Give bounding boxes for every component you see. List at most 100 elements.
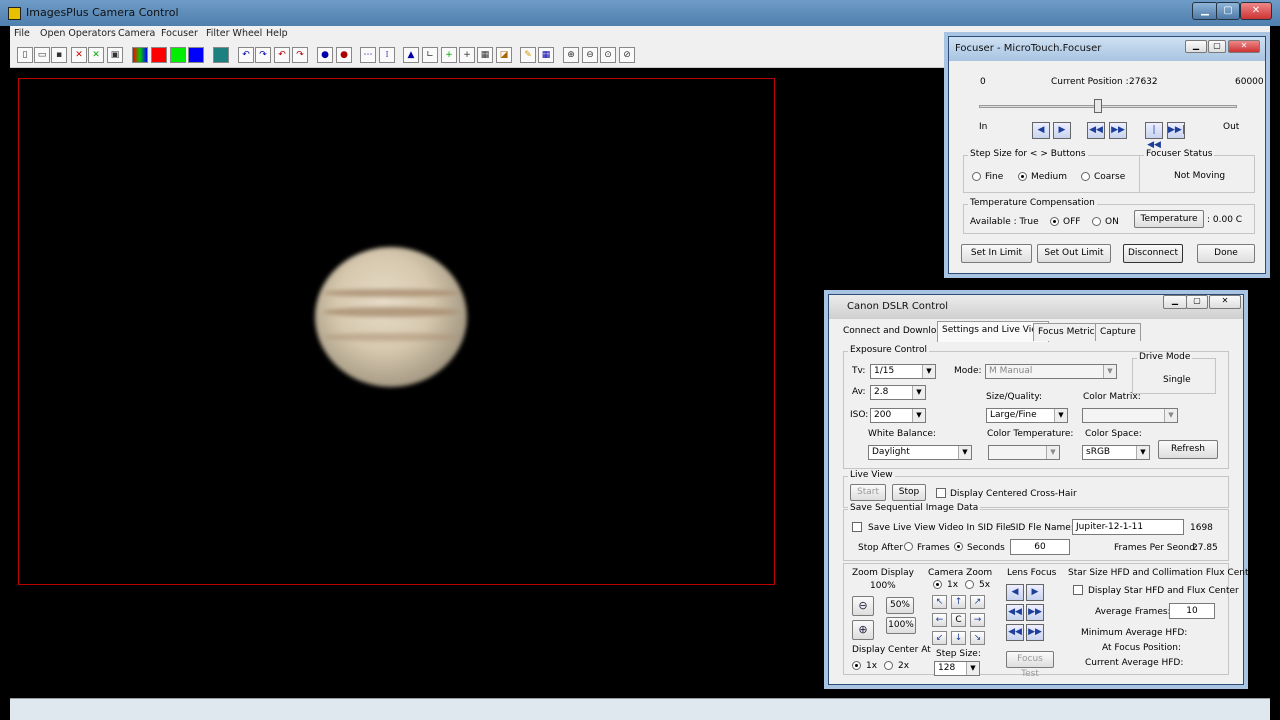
tab-focus-metrics[interactable]: Focus Metrics	[1033, 323, 1105, 341]
focus-test-button[interactable]: Focus Test	[1006, 651, 1054, 679]
menu-filter-wheel[interactable]: Filter Wheel	[206, 28, 262, 39]
delete-icon[interactable]: ✕	[71, 47, 87, 63]
crosshair-checkbox[interactable]	[936, 488, 946, 498]
zoom-out-icon[interactable]: ⊖	[582, 47, 598, 63]
rgb-icon[interactable]	[132, 47, 148, 63]
save-sid-checkbox[interactable]	[852, 522, 862, 532]
position-track[interactable]	[979, 105, 1237, 108]
tab-capture[interactable]: Capture	[1095, 323, 1141, 341]
arrow-up-left-icon[interactable]: ↖	[932, 595, 947, 609]
green-channel-icon[interactable]	[170, 47, 186, 63]
dots-icon[interactable]: ⋯	[360, 47, 376, 63]
limit-in-button[interactable]: |◀◀	[1145, 122, 1163, 150]
grid-icon[interactable]	[213, 47, 229, 63]
color-space-select[interactable]: sRGB ▼	[1082, 445, 1150, 460]
step-size-select[interactable]: 128 ▼	[934, 661, 980, 676]
lens-fine-out-button[interactable]: ▶	[1026, 584, 1044, 601]
set-in-limit-button[interactable]: Set In Limit	[961, 244, 1032, 263]
undo-all-icon[interactable]: ↶	[274, 47, 290, 63]
new-file-icon[interactable]: ▯	[17, 47, 33, 63]
iso-select[interactable]: 200 ▼	[870, 408, 926, 423]
center-1x-radio[interactable]	[852, 661, 861, 670]
menu-file[interactable]: File	[14, 28, 30, 39]
points-icon[interactable]: ⁞	[379, 47, 395, 63]
zoom-in-icon[interactable]: ⊕	[852, 620, 874, 640]
zoom-100-button[interactable]: 100%	[886, 617, 916, 634]
av-select[interactable]: 2.8 ▼	[870, 385, 926, 400]
menu-camera[interactable]: Camera	[118, 28, 155, 39]
stop-after-input[interactable]: 60	[1010, 539, 1070, 555]
white-balance-select[interactable]: Daylight ▼	[868, 445, 972, 460]
temperature-button[interactable]: Temperature	[1134, 210, 1204, 228]
open-folder-icon[interactable]: ▭	[34, 47, 50, 63]
fast-out-button[interactable]: ▶▶	[1109, 122, 1127, 139]
arrow-up-icon[interactable]: ↑	[951, 595, 966, 609]
record-red-icon[interactable]: ●	[336, 47, 352, 63]
zoom-out-icon[interactable]: ⊖	[852, 596, 874, 616]
frames-radio[interactable]	[904, 542, 913, 551]
zoom-fit-icon[interactable]: ⊙	[600, 47, 616, 63]
stop-button[interactable]: Stop	[892, 484, 926, 501]
step-in-button[interactable]: ◀	[1032, 122, 1050, 139]
zoom-50-button[interactable]: 50%	[886, 597, 914, 614]
cam-zoom-1x-radio[interactable]	[933, 580, 942, 589]
done-button[interactable]: Done	[1197, 244, 1255, 263]
close-icon[interactable]: ✕	[1240, 2, 1272, 20]
zoom-actual-icon[interactable]: ⊘	[619, 47, 635, 63]
target-icon[interactable]: ▦	[477, 47, 493, 63]
chart-icon[interactable]: ◪	[496, 47, 512, 63]
clear-icon[interactable]: ✕	[88, 47, 104, 63]
maximize-icon[interactable]: ▢	[1208, 40, 1226, 53]
close-icon[interactable]: ✕	[1228, 40, 1260, 53]
minimize-icon[interactable]: ▁	[1185, 40, 1207, 53]
crosshair-green-icon[interactable]: +	[441, 47, 457, 63]
medium-radio[interactable]	[1018, 172, 1027, 181]
lens-medium-out-button[interactable]: ▶▶	[1026, 604, 1044, 621]
redo-all-icon[interactable]: ↷	[292, 47, 308, 63]
disconnect-button[interactable]: Disconnect	[1123, 244, 1183, 263]
arrow-right-icon[interactable]: →	[970, 613, 985, 627]
set-out-limit-button[interactable]: Set Out Limit	[1037, 244, 1111, 263]
blue-channel-icon[interactable]	[188, 47, 204, 63]
record-blue-icon[interactable]: ●	[317, 47, 333, 63]
step-out-button[interactable]: ▶	[1053, 122, 1071, 139]
cam-zoom-5x-radio[interactable]	[965, 580, 974, 589]
close-icon[interactable]: ✕	[1209, 295, 1241, 309]
undo-icon[interactable]: ↶	[238, 47, 254, 63]
zoom-in-icon[interactable]: ⊕	[563, 47, 579, 63]
temp-on-radio[interactable]	[1092, 217, 1101, 226]
center-button[interactable]: C	[951, 613, 966, 627]
lens-coarse-out-button[interactable]: ▶▶	[1026, 624, 1044, 641]
arrow-down-icon[interactable]: ↓	[951, 631, 966, 645]
average-frames-input[interactable]: 10	[1169, 603, 1215, 619]
minimize-icon[interactable]: ▁	[1163, 295, 1187, 309]
size-quality-select[interactable]: Large/Fine ▼	[986, 408, 1068, 423]
table-icon[interactable]: ▦	[538, 47, 554, 63]
position-slider-thumb[interactable]	[1093, 99, 1102, 113]
center-2x-radio[interactable]	[884, 661, 893, 670]
lens-fine-in-button[interactable]: ◀	[1006, 584, 1024, 601]
fast-in-button[interactable]: ◀◀	[1087, 122, 1105, 139]
maximize-icon[interactable]: ▢	[1216, 2, 1240, 20]
histogram-icon[interactable]: ▲	[403, 47, 419, 63]
minimize-icon[interactable]: ▁	[1192, 2, 1218, 20]
arrow-left-icon[interactable]: ←	[932, 613, 947, 627]
copy-icon[interactable]: ▣	[107, 47, 123, 63]
fine-radio[interactable]	[972, 172, 981, 181]
arrow-down-right-icon[interactable]: ↘	[970, 631, 985, 645]
limit-out-button[interactable]: ▶▶|	[1167, 122, 1185, 139]
sid-name-input[interactable]: Jupiter-12-1-11	[1072, 519, 1184, 535]
curve-icon[interactable]: ∟	[422, 47, 438, 63]
temp-off-radio[interactable]	[1050, 217, 1059, 226]
lens-coarse-in-button[interactable]: ◀◀	[1006, 624, 1024, 641]
menu-open-operators[interactable]: Open Operators	[40, 28, 116, 39]
crosshair-icon[interactable]: +	[459, 47, 475, 63]
star-hfd-checkbox[interactable]	[1073, 585, 1083, 595]
arrow-up-right-icon[interactable]: ↗	[970, 595, 985, 609]
tv-select[interactable]: 1/15 ▼	[870, 364, 936, 379]
tab-connect-download[interactable]: Connect and Download	[839, 323, 952, 341]
maximize-icon[interactable]: ▢	[1186, 295, 1208, 309]
lens-medium-in-button[interactable]: ◀◀	[1006, 604, 1024, 621]
arrow-down-left-icon[interactable]: ↙	[932, 631, 947, 645]
redo-icon[interactable]: ↷	[255, 47, 271, 63]
